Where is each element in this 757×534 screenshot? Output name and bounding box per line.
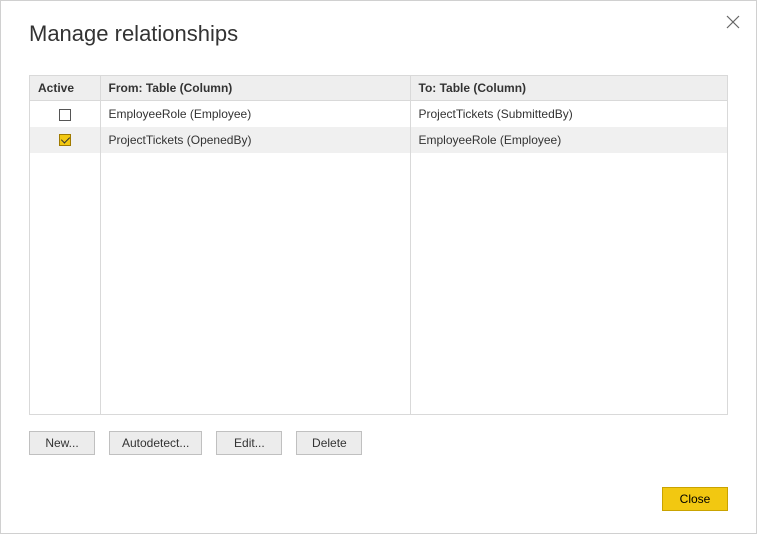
table-row[interactable]: ProjectTickets (OpenedBy) EmployeeRole (… bbox=[30, 127, 727, 153]
dialog-title: Manage relationships bbox=[29, 21, 728, 47]
checkbox-icon[interactable] bbox=[59, 109, 71, 121]
active-cell[interactable] bbox=[30, 127, 100, 153]
from-cell[interactable]: ProjectTickets (OpenedBy) bbox=[100, 127, 410, 153]
to-cell[interactable]: EmployeeRole (Employee) bbox=[410, 127, 727, 153]
table-header-row: Active From: Table (Column) To: Table (C… bbox=[30, 76, 727, 101]
table-row[interactable]: EmployeeRole (Employee) ProjectTickets (… bbox=[30, 101, 727, 127]
autodetect-button[interactable]: Autodetect... bbox=[109, 431, 202, 455]
header-from[interactable]: From: Table (Column) bbox=[100, 76, 410, 101]
delete-button[interactable]: Delete bbox=[296, 431, 362, 455]
checkbox-checked-icon[interactable] bbox=[59, 134, 71, 146]
relationships-table: Active From: Table (Column) To: Table (C… bbox=[29, 75, 728, 415]
to-cell[interactable]: ProjectTickets (SubmittedBy) bbox=[410, 101, 727, 127]
edit-button[interactable]: Edit... bbox=[216, 431, 282, 455]
close-icon[interactable] bbox=[726, 15, 740, 29]
active-cell[interactable] bbox=[30, 101, 100, 127]
footer-row: Close bbox=[662, 487, 728, 511]
close-button[interactable]: Close bbox=[662, 487, 728, 511]
table-empty-area bbox=[30, 153, 727, 416]
action-buttons-row: New... Autodetect... Edit... Delete bbox=[29, 431, 728, 455]
header-active[interactable]: Active bbox=[30, 76, 100, 101]
header-to[interactable]: To: Table (Column) bbox=[410, 76, 727, 101]
from-cell[interactable]: EmployeeRole (Employee) bbox=[100, 101, 410, 127]
new-button[interactable]: New... bbox=[29, 431, 95, 455]
